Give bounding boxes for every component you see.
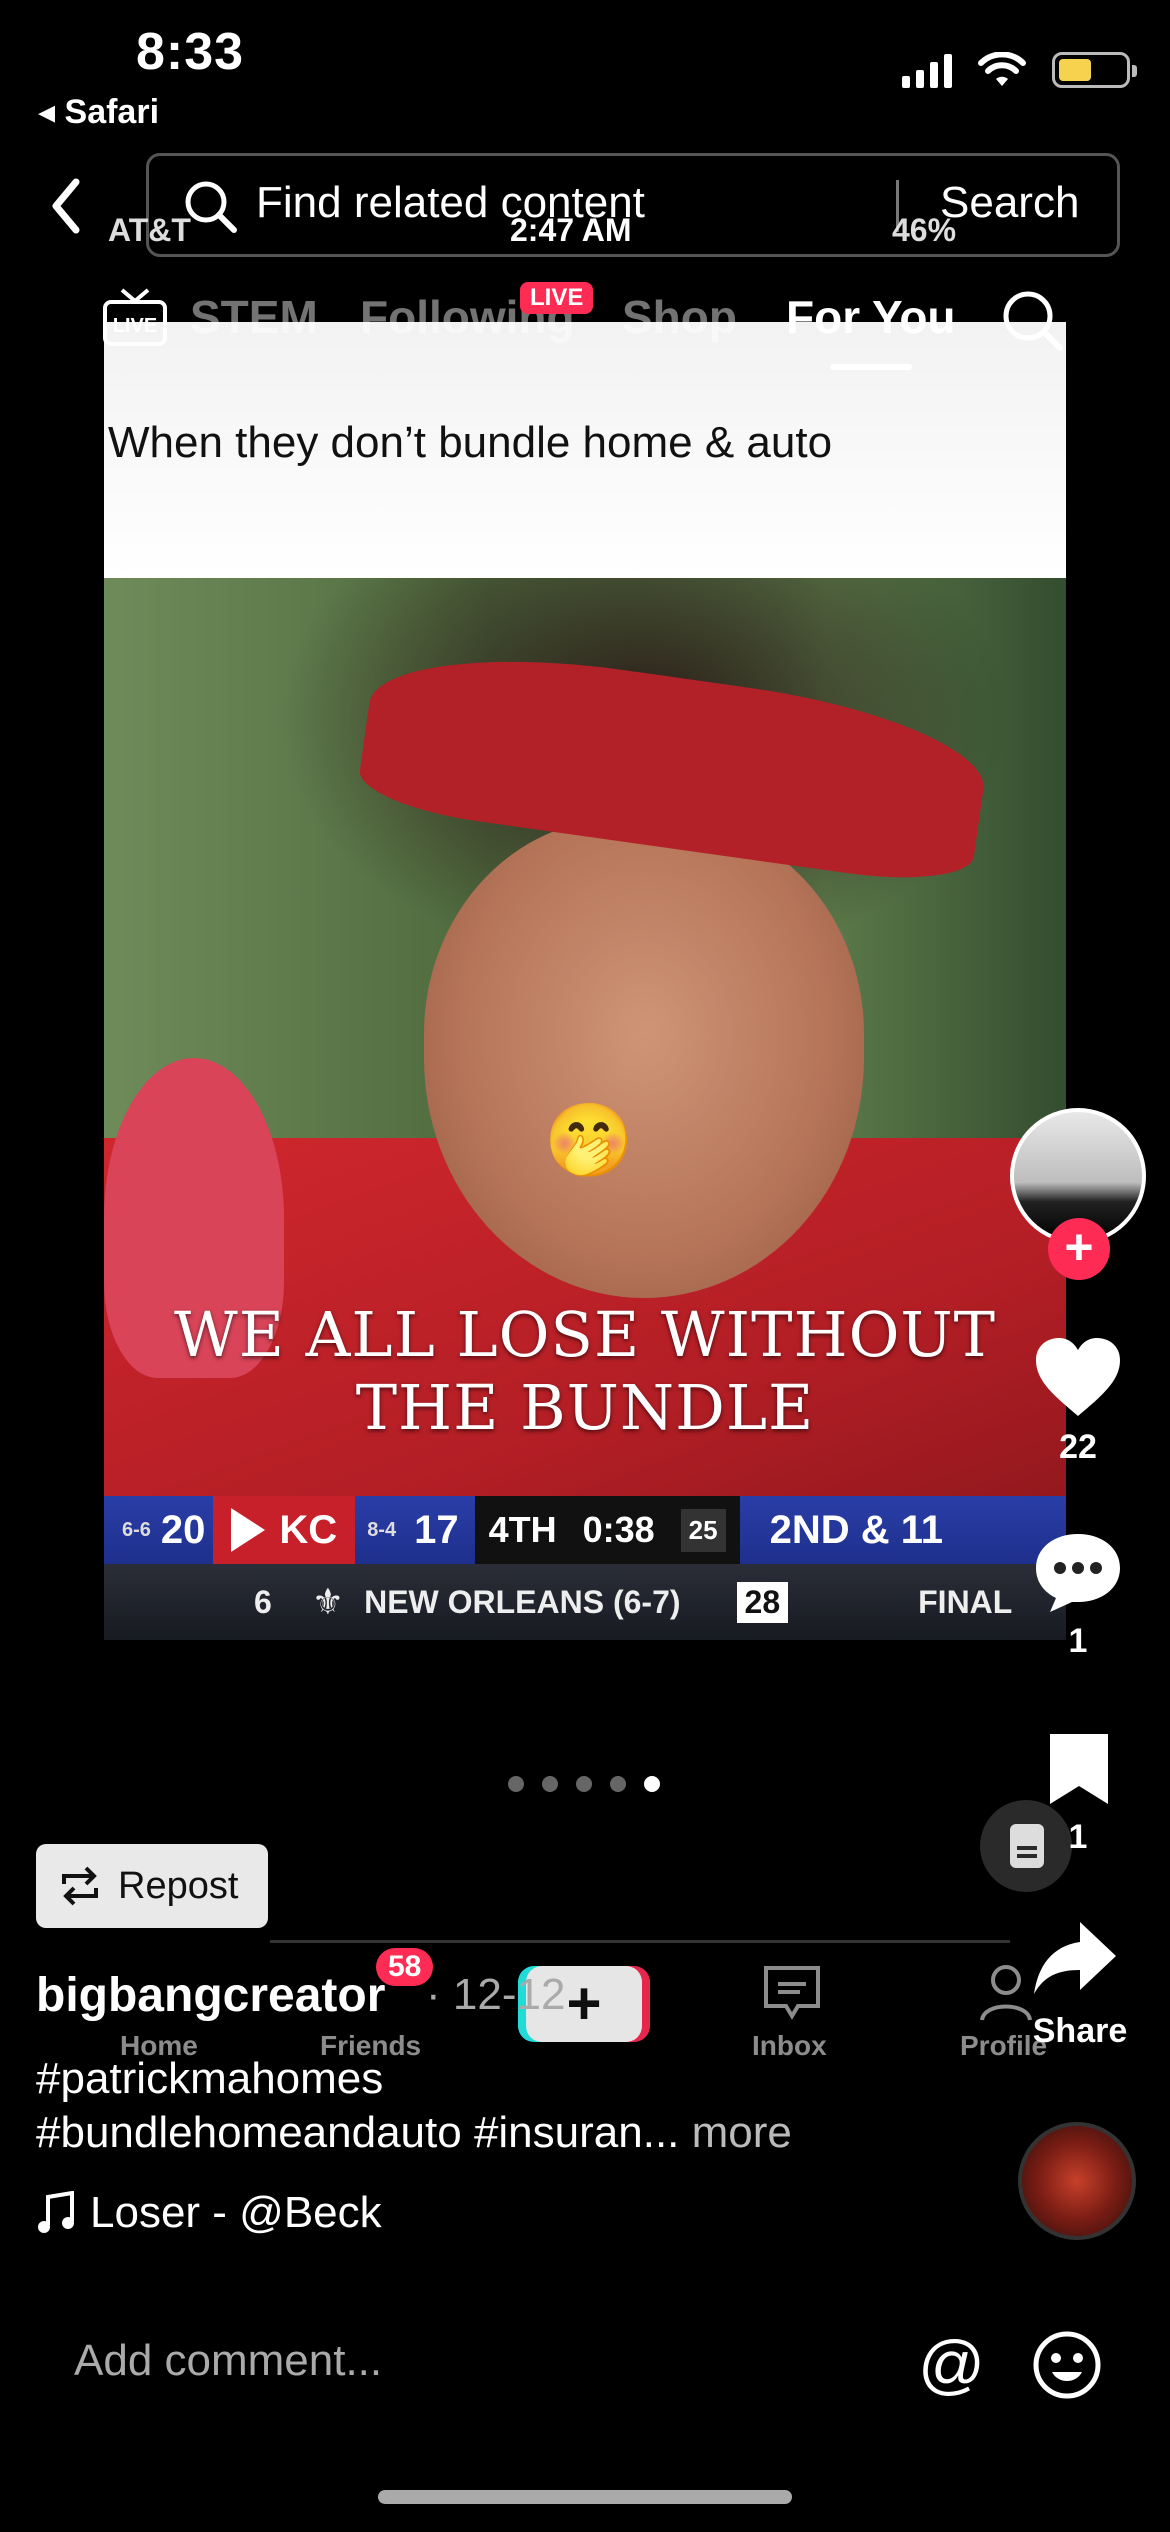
other-box-score: 28 — [736, 1581, 789, 1623]
wifi-icon — [978, 52, 1026, 86]
battery-icon — [1052, 52, 1137, 88]
repost-label: Repost — [118, 1864, 239, 1907]
back-chevron-icon[interactable] — [46, 176, 86, 236]
embedded-nav-profile: Profile — [960, 2030, 1047, 2062]
hand-over-mouth-emoji: 🤭 — [544, 1101, 634, 1181]
kc-team-block: KC — [213, 1496, 356, 1564]
repost-icon — [62, 1866, 98, 1906]
hashtags-text[interactable]: #bundlehomeandauto #insuran... — [36, 2108, 679, 2157]
post-date: · 12-12 — [426, 1970, 566, 2019]
save-count: 1 — [1068, 1818, 1088, 1856]
creator-username[interactable]: bigbangcreator — [36, 1968, 385, 2023]
heart-icon[interactable] — [1032, 1334, 1124, 1420]
back-to-safari-link[interactable]: ◂ Safari — [38, 92, 159, 132]
fleur-de-lis-icon: ⚜ — [311, 1581, 345, 1622]
active-tab-indicator — [830, 364, 912, 370]
hashtags-line-1[interactable]: #patrickmahomes — [36, 2054, 383, 2104]
embedded-time: 2:47 AM — [510, 212, 632, 248]
sound-link[interactable]: Loser - @Beck — [36, 2188, 382, 2238]
meme-caption: When they don’t bundle home & auto — [108, 418, 833, 467]
meme-overlay-text: We all lose without the bundle — [173, 1298, 997, 1444]
hashtags-line-2: #bundlehomeandauto #insuran... more — [36, 2108, 792, 2158]
live-badge: LIVE — [520, 282, 594, 314]
other-team: NEW ORLEANS (6-7) — [364, 1583, 681, 1620]
meme-photo: 🤭 We all lose without the bundle — [104, 578, 1066, 1558]
scoreboard-bottom: 6 ⚜ NEW ORLEANS (6-7) 28 FINAL — [104, 1564, 1066, 1640]
comment-icon[interactable] — [1032, 1530, 1124, 1616]
search-button[interactable]: Search — [940, 178, 1079, 228]
comment-input[interactable]: Add comment... — [74, 2336, 382, 2386]
carousel-dot[interactable] — [576, 1776, 592, 1792]
home-score: 17 — [414, 1507, 459, 1552]
embedded-nav-inbox: Inbox — [752, 2030, 827, 2062]
mention-icon[interactable]: @ — [918, 2326, 985, 2402]
svg-text:LIVE: LIVE — [113, 315, 157, 337]
status-time: 8:33 — [136, 23, 245, 81]
more-link[interactable]: more — [692, 2108, 792, 2157]
clock: 0:38 — [582, 1509, 655, 1550]
face-shape — [424, 818, 864, 1298]
embedded-inbox-label: Inbox — [752, 2030, 827, 2061]
repost-button[interactable]: Repost — [36, 1844, 268, 1928]
chiefs-arrow-icon — [231, 1508, 266, 1552]
tab-stem[interactable]: STEM — [190, 290, 318, 344]
game-clock-block: 4TH 0:38 25 — [474, 1496, 740, 1564]
carousel-dot[interactable] — [508, 1776, 524, 1792]
play-clock: 25 — [680, 1508, 726, 1552]
share-icon[interactable] — [1030, 1918, 1120, 1998]
embedded-inbox-icon — [764, 1966, 820, 2020]
sound-name: Loser - @Beck — [90, 2188, 382, 2237]
video-card[interactable]: When they don’t bundle home & auto 🤭 We … — [104, 322, 1066, 1640]
music-note-icon — [38, 2191, 74, 2233]
embedded-carrier: AT&T — [108, 212, 191, 248]
meme-caption-area: When they don’t bundle home & auto — [104, 322, 1066, 578]
quarter: 4TH — [488, 1509, 557, 1550]
carousel-dots — [508, 1776, 660, 1792]
tab-for-you[interactable]: For You — [786, 290, 956, 344]
home-indicator[interactable] — [378, 2490, 792, 2504]
cellular-signal-icon — [902, 52, 952, 88]
away-record: 6-6 — [122, 1518, 151, 1541]
home-abbr: KC — [279, 1507, 338, 1552]
embedded-nav-divider — [270, 1940, 1010, 1943]
like-count: 22 — [1059, 1428, 1097, 1466]
down-distance: 2ND & 11 — [769, 1507, 944, 1552]
follow-plus-button[interactable]: + — [1048, 1218, 1110, 1280]
comment-count: 1 — [1068, 1622, 1088, 1660]
live-tv-icon[interactable]: LIVE — [102, 288, 168, 348]
game-status: FINAL — [918, 1583, 1013, 1620]
tiktok-search-icon[interactable] — [1000, 288, 1066, 354]
tab-shop[interactable]: Shop — [622, 290, 737, 344]
emoji-icon[interactable] — [1032, 2330, 1102, 2400]
away-score: 20 — [160, 1507, 206, 1552]
status-indicators — [902, 52, 1137, 88]
embedded-battery: 46% — [892, 212, 957, 248]
music-disc[interactable] — [1018, 2122, 1136, 2240]
scoreboard-top: 6-6 20 KC 8-4 17 4TH 0:38 25 2ND & 11 — [104, 1496, 1066, 1564]
carousel-dot[interactable] — [610, 1776, 626, 1792]
carousel-dot[interactable] — [542, 1776, 558, 1792]
bookmark-icon[interactable] — [1046, 1730, 1112, 1808]
embedded-profile-label: Profile — [960, 2030, 1048, 2061]
embedded-profile-icon — [980, 1965, 1032, 2021]
carousel-dot-active[interactable] — [644, 1776, 660, 1792]
other-score: 6 — [254, 1583, 272, 1620]
home-record: 8-4 — [367, 1518, 397, 1541]
